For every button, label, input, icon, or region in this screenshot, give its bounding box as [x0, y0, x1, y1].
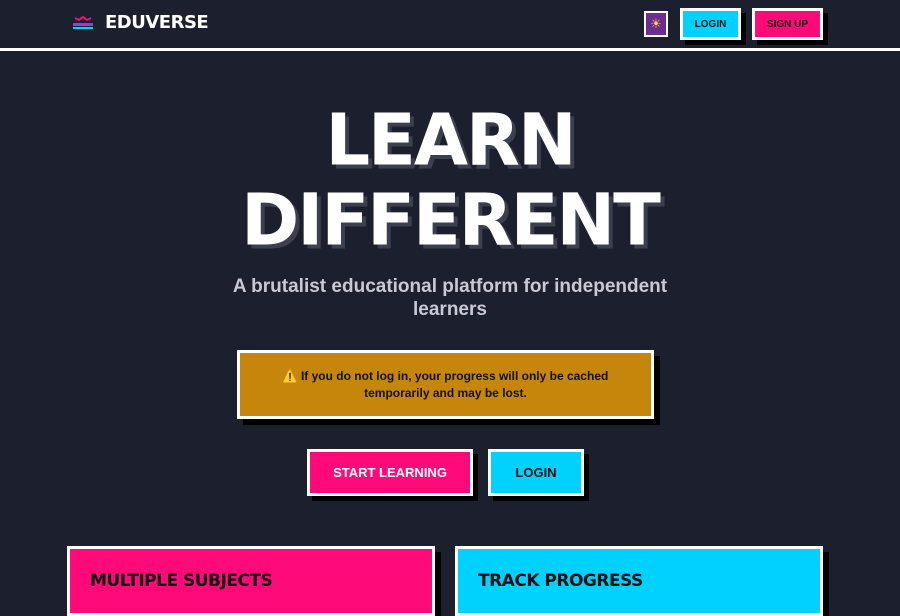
nav-signup-button[interactable]: SIGN UP [752, 8, 823, 40]
hero-title-line-2: DIFFERENT [241, 178, 661, 262]
hero-login-button[interactable]: LOGIN [488, 449, 584, 496]
start-learning-button[interactable]: START LEARNING [307, 449, 473, 496]
hero-subtitle: A brutalist educational platform for ind… [232, 276, 668, 320]
brand-name[interactable]: EDUVERSE [105, 12, 209, 33]
theme-toggle-button[interactable]: ☀ [644, 11, 668, 37]
top-navbar: EDUVERSE ☀ LOGIN SIGN UP [0, 0, 900, 51]
warning-text: If you do not log in, your progress will… [300, 368, 609, 400]
eduverse-logo[interactable] [72, 14, 94, 32]
warning-text-wrap: ⚠️ If you do not log in, your progress w… [260, 368, 631, 402]
login-warning-banner: ⚠️ If you do not log in, your progress w… [237, 350, 654, 419]
feature-card-subjects[interactable]: MULTIPLE SUBJECTS [67, 546, 435, 616]
feature-card-progress[interactable]: TRACK PROGRESS [455, 546, 823, 616]
sun-icon: ☀ [650, 16, 662, 31]
warning-icon: ⚠️ [282, 368, 298, 383]
hero-title-line-1: LEARN [325, 98, 576, 182]
nav-login-button[interactable]: LOGIN [680, 8, 741, 40]
feature-card-title: MULTIPLE SUBJECTS [90, 571, 273, 591]
feature-card-title: TRACK PROGRESS [478, 571, 643, 591]
